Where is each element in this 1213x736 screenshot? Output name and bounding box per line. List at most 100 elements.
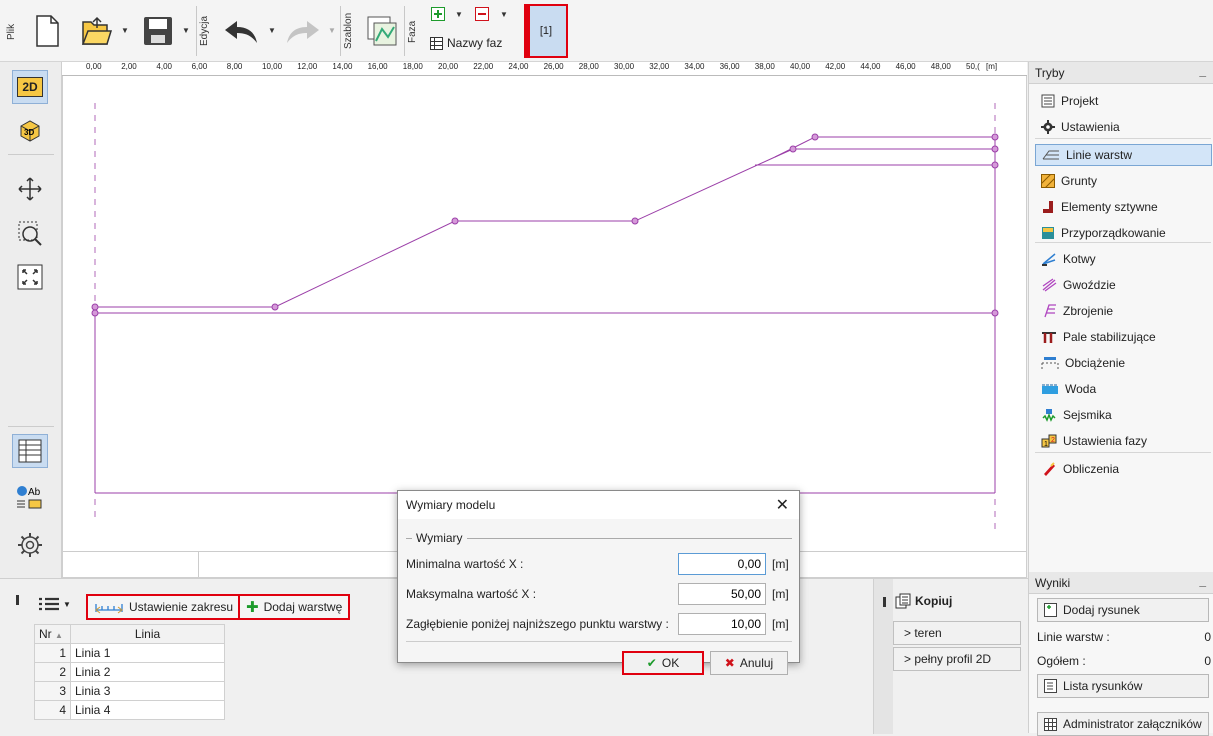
range-setting-label: Ustawienie zakresu xyxy=(129,600,234,614)
layer-point xyxy=(811,133,819,141)
drawings-list-icon xyxy=(1044,679,1057,693)
undo-dropdown-icon[interactable]: ▼ xyxy=(268,26,276,35)
layer-point xyxy=(991,145,999,153)
mode-item-zbrojenie[interactable]: Zbrojenie xyxy=(1035,300,1212,322)
nr-column-header[interactable]: Nr ▲ xyxy=(34,624,71,644)
phase-names-label: Nazwy faz xyxy=(447,36,503,50)
view-3d-icon[interactable]: 3D xyxy=(12,114,48,148)
mode-item-kotwy[interactable]: Kotwy xyxy=(1035,248,1212,270)
mode-item-label: Obliczenia xyxy=(1063,462,1120,476)
line-column-header[interactable]: Linia xyxy=(70,624,225,644)
mode-item-projekt[interactable]: Projekt xyxy=(1035,90,1212,112)
panel-grip[interactable] xyxy=(16,595,19,605)
row-line-name[interactable]: Linia 1 xyxy=(70,643,225,663)
add-layer-button[interactable]: ✚ Dodaj warstwę xyxy=(238,594,351,620)
cancel-button[interactable]: ✖ Anuluj xyxy=(710,651,788,675)
open-file-icon[interactable] xyxy=(78,12,114,50)
add-drawing-button[interactable]: Dodaj rysunek xyxy=(1037,598,1209,622)
layer-line-1 xyxy=(95,136,995,308)
ruler-tick-label: 46,00 xyxy=(895,62,916,71)
close-icon[interactable]: ✕ xyxy=(776,495,789,515)
tool-separator xyxy=(8,154,54,155)
zoom-window-icon[interactable] xyxy=(12,216,48,250)
mode-item-gwoździe[interactable]: Gwoździe xyxy=(1035,274,1212,296)
max-x-input[interactable] xyxy=(678,583,766,605)
save-icon[interactable] xyxy=(140,12,176,50)
panel-grip[interactable] xyxy=(883,597,886,607)
mode-item-label: Przyporządkowanie xyxy=(1061,226,1166,240)
mode-item-obliczenia[interactable]: Obliczenia xyxy=(1035,458,1212,480)
results-panel: Wyniki _ Dodaj rysunek Linie warstw : 0 … xyxy=(1028,572,1213,736)
min-x-label: Minimalna wartość X : xyxy=(406,557,524,571)
ruler-tick-label: 32,00 xyxy=(649,62,670,71)
depth-label: Zagłębienie poniżej najniższego punktu w… xyxy=(406,617,669,631)
mode-item-sejsmika[interactable]: Sejsmika xyxy=(1035,404,1212,426)
ruler-tick-label: 50,( xyxy=(966,62,980,71)
layer-line-2 xyxy=(774,148,995,158)
save-dropdown-icon[interactable]: ▼ xyxy=(182,26,190,35)
template-icon[interactable] xyxy=(364,14,400,48)
row-line-name[interactable]: Linia 2 xyxy=(70,662,225,682)
zoom-extents-icon[interactable] xyxy=(12,260,48,294)
row-number: 4 xyxy=(34,700,71,720)
model-dimensions-dialog: Wymiary modelu ✕ Wymiary Minimalna warto… xyxy=(397,490,800,675)
redo-icon[interactable] xyxy=(284,14,322,48)
mode-item-label: Ustawienia xyxy=(1061,120,1120,134)
mode-item-ustawienia-fazy[interactable]: 1 2 Ustawienia fazy xyxy=(1035,430,1212,452)
template-group-label: Szablon xyxy=(343,12,354,50)
copy-terrain-button[interactable]: > teren xyxy=(893,621,1021,645)
row-line-name[interactable]: Linia 3 xyxy=(70,681,225,701)
mode-item-pale-stabilizujące[interactable]: Pale stabilizujące xyxy=(1035,326,1212,348)
undo-icon[interactable] xyxy=(222,14,260,48)
dimensions-group-label: Wymiary xyxy=(416,531,463,545)
dialog-title-bar[interactable]: Wymiary modelu ✕ xyxy=(398,491,799,519)
list-view-menu[interactable]: ▼ xyxy=(38,596,71,612)
add-phase-icon[interactable] xyxy=(430,6,446,22)
ruler-tick-label: 22,00 xyxy=(473,62,494,71)
minimize-icon[interactable]: _ xyxy=(1199,64,1206,78)
mode-item-linie-warstw[interactable]: Linie warstw xyxy=(1035,144,1212,166)
table-row[interactable]: 4 Linia 4 xyxy=(34,700,225,720)
open-dropdown-icon[interactable]: ▼ xyxy=(121,26,129,35)
remove-phase-icon[interactable] xyxy=(474,6,490,22)
mode-item-label: Projekt xyxy=(1061,94,1099,108)
list-icon xyxy=(39,597,59,611)
settings-gear-icon[interactable] xyxy=(12,528,48,562)
attachments-admin-button[interactable]: Administrator załączników xyxy=(1037,712,1209,736)
table-row[interactable]: 3 Linia 3 xyxy=(34,681,225,701)
display-style-icon[interactable]: Ab xyxy=(12,480,48,514)
new-file-icon[interactable] xyxy=(32,12,62,50)
depth-input[interactable] xyxy=(678,613,766,635)
canvas-divider xyxy=(198,552,199,577)
copy-full-profile-button[interactable]: > pełny profil 2D xyxy=(893,647,1021,671)
add-phase-dropdown-icon[interactable]: ▼ xyxy=(455,10,463,19)
mode-item-elementy-sztywne[interactable]: Elementy sztywne xyxy=(1035,196,1212,218)
table-row[interactable]: 1 Linia 1 xyxy=(34,643,225,663)
max-x-unit: [m] xyxy=(772,587,789,601)
rigid-body-icon xyxy=(1041,200,1055,214)
layer-lines-count-row: Linie warstw : 0 xyxy=(1037,630,1211,644)
nails-icon xyxy=(1041,278,1057,292)
range-setting-button[interactable]: Ustawienie zakresu xyxy=(86,594,242,620)
table-row[interactable]: 2 Linia 2 xyxy=(34,662,225,682)
mode-item-ustawienia[interactable]: Ustawienia xyxy=(1035,116,1212,138)
pan-icon[interactable] xyxy=(12,172,48,206)
range-icon xyxy=(95,604,123,614)
mode-item-obciążenie[interactable]: Obciążenie xyxy=(1035,352,1212,374)
phase-names-button[interactable]: Nazwy faz xyxy=(430,36,502,50)
drawings-list-button[interactable]: Lista rysunków xyxy=(1037,674,1209,698)
table-view-icon[interactable] xyxy=(12,434,48,468)
ok-button[interactable]: ✔ OK xyxy=(622,651,704,675)
water-icon xyxy=(1041,383,1059,395)
remove-phase-dropdown-icon[interactable]: ▼ xyxy=(500,10,508,19)
mode-item-przyporządkowanie[interactable]: Przyporządkowanie xyxy=(1035,222,1212,244)
min-x-input[interactable] xyxy=(678,553,766,575)
mode-item-woda[interactable]: Woda xyxy=(1035,378,1212,400)
layer-point xyxy=(91,303,99,311)
piles-icon xyxy=(1041,330,1057,344)
phase-tab-1[interactable]: [1] xyxy=(524,4,568,58)
row-line-name[interactable]: Linia 4 xyxy=(70,700,225,720)
view-2d-button[interactable]: 2D xyxy=(12,70,48,104)
minimize-icon[interactable]: _ xyxy=(1199,574,1206,588)
mode-item-grunty[interactable]: Grunty xyxy=(1035,170,1212,192)
